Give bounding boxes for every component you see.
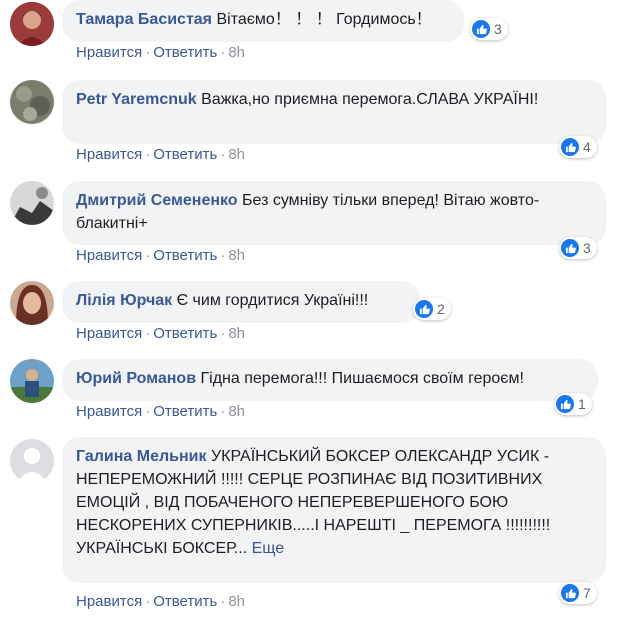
timestamp[interactable]: 8h [228, 247, 245, 264]
comment-bubble: Галина Мельник УКРАЇНСЬКИЙ БОКСЕР ОЛЕКСА… [62, 437, 606, 583]
thumbs-up-icon [556, 395, 574, 413]
comment-actions: Нравится · Ответить · 8h [76, 325, 246, 342]
avatar[interactable] [10, 439, 54, 483]
reply-link[interactable]: Ответить [153, 247, 217, 264]
comment-actions: Нравится · Ответить · 8h [76, 403, 246, 420]
like-link[interactable]: Нравится [76, 146, 142, 163]
comment-bubble: Юрий Романов Гідна перемога!!! Пишаємося… [62, 359, 598, 401]
comment-bubble: Лілія Юрчак Є чим гордитися Україні!!! [62, 281, 420, 323]
comment-author[interactable]: Petr Yaremcnuk [76, 91, 197, 108]
see-more-link[interactable]: Еще [252, 540, 285, 557]
like-link[interactable]: Нравится [76, 403, 142, 420]
timestamp[interactable]: 8h [228, 325, 245, 342]
avatar[interactable] [10, 281, 54, 325]
comment-bubble: Тамара Басистая Вітаємо！ ！ ！ Гордимось！ [62, 0, 464, 42]
comment-author[interactable]: Галина Мельник [76, 448, 207, 465]
comment-text: Вітаємо！ ！ ！ Гордимось！ [216, 11, 432, 28]
like-link[interactable]: Нравится [76, 247, 142, 264]
avatar[interactable] [10, 359, 54, 403]
avatar[interactable] [10, 181, 54, 225]
avatar[interactable] [10, 2, 54, 46]
comment-text: Важка,но приємна перемога.СЛАВА УКРАЇНІ! [201, 91, 539, 108]
reaction-count[interactable]: 3 [559, 237, 597, 259]
thumbs-up-icon [472, 20, 490, 38]
comment-bubble: Petr Yaremcnuk Важка,но приємна перемога… [62, 80, 606, 144]
comment-author[interactable]: Лілія Юрчак [76, 292, 172, 309]
avatar[interactable] [10, 80, 54, 124]
comment-actions: Нравится · Ответить · 8h [76, 247, 246, 264]
comment-author[interactable]: Тамара Басистая [76, 11, 212, 28]
reply-link[interactable]: Ответить [153, 44, 217, 61]
comment-text: Є чим гордитися Україні!!! [176, 292, 369, 309]
thumbs-up-icon [561, 239, 579, 257]
reaction-count[interactable]: 2 [413, 298, 451, 320]
comment-author[interactable]: Дмитрий Семененко [76, 192, 238, 209]
like-link[interactable]: Нравится [76, 593, 142, 610]
comment-text: Гідна перемога!!! Пишаємося своїм героєм… [200, 370, 524, 387]
comment-bubble: Дмитрий Семененко Без сумніву тільки впе… [62, 181, 606, 245]
comment-actions: Нравится · Ответить · 8h [76, 593, 246, 610]
comment-author[interactable]: Юрий Романов [76, 370, 196, 387]
timestamp[interactable]: 8h [228, 593, 245, 610]
reaction-count[interactable]: 4 [559, 136, 597, 158]
reply-link[interactable]: Ответить [153, 403, 217, 420]
like-link[interactable]: Нравится [76, 44, 142, 61]
timestamp[interactable]: 8h [228, 146, 245, 163]
reaction-count[interactable]: 7 [559, 582, 597, 604]
reaction-count[interactable]: 3 [470, 18, 508, 40]
like-link[interactable]: Нравится [76, 325, 142, 342]
comment-actions: Нравится · Ответить · 8h [76, 44, 246, 61]
timestamp[interactable]: 8h [228, 403, 245, 420]
comment-actions: Нравится · Ответить · 8h [76, 146, 246, 163]
reply-link[interactable]: Ответить [153, 325, 217, 342]
reaction-count[interactable]: 1 [554, 393, 592, 415]
thumbs-up-icon [415, 300, 433, 318]
thumbs-up-icon [561, 138, 579, 156]
reply-link[interactable]: Ответить [153, 146, 217, 163]
timestamp[interactable]: 8h [228, 44, 245, 61]
reply-link[interactable]: Ответить [153, 593, 217, 610]
thumbs-up-icon [561, 584, 579, 602]
